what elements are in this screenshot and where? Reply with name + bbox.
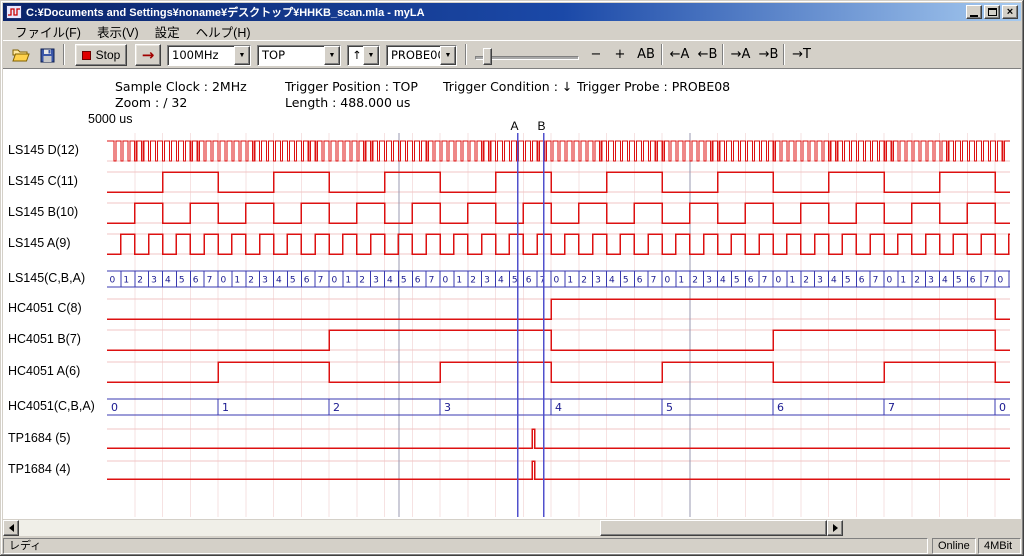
run-button[interactable]: → (135, 44, 161, 66)
stop-button[interactable]: Stop (75, 44, 127, 66)
toolbar-separator (722, 44, 724, 65)
open-file-button[interactable] (9, 46, 33, 64)
minimize-button[interactable] (966, 5, 982, 19)
zoom-out-button[interactable]: − (586, 45, 606, 65)
status-online: Online (932, 538, 976, 554)
maximize-button[interactable] (984, 5, 1000, 19)
zoom-in-button[interactable]: + (610, 45, 630, 65)
goto-marker-a-button[interactable]: ←A (666, 45, 693, 65)
app-icon (6, 5, 22, 19)
trigger-probe-value: PROBE00 (387, 46, 440, 65)
save-file-button[interactable] (35, 46, 59, 64)
status-message: レディ (3, 538, 928, 554)
toolbar-separator (661, 44, 663, 65)
arrow-left-icon (5, 524, 14, 532)
menu-bar: ファイル(F) 表示(V) 設定 ヘルプ(H) (3, 22, 1021, 40)
clock-rate-combo[interactable]: 100MHz ▼ (167, 45, 251, 66)
trigger-probe-info: Trigger Probe : PROBE08 (577, 79, 730, 94)
zoom-slider-thumb[interactable] (483, 48, 492, 65)
stop-label: Stop (96, 48, 121, 62)
window-title: C:¥Documents and Settings¥noname¥デスクトップ¥… (26, 4, 964, 20)
status-memory: 4MBit (978, 538, 1021, 554)
toolbar-separator (783, 44, 785, 65)
trigger-position-combo[interactable]: TOP ▼ (257, 45, 341, 66)
toolbar-separator (465, 44, 467, 65)
marker-a-label: A (511, 119, 519, 133)
waveform-client (3, 69, 1021, 519)
menu-view[interactable]: 表示(V) (89, 21, 147, 42)
trigger-probe-combo[interactable]: PROBE00 ▼ (386, 45, 457, 66)
app-window: C:¥Documents and Settings¥noname¥デスクトップ¥… (0, 0, 1024, 556)
goto-marker-b-button[interactable]: ←B (694, 45, 721, 65)
arrow-right-icon (833, 524, 842, 532)
trigger-position-value: TOP (258, 46, 324, 65)
chevron-down-icon[interactable]: ▼ (234, 46, 250, 65)
clock-rate-value: 100MHz (168, 46, 234, 65)
menu-file[interactable]: ファイル(F) (7, 21, 89, 42)
trigger-edge-value: ↑ (348, 46, 363, 65)
scroll-left-button[interactable] (3, 520, 19, 536)
trigger-edge-combo[interactable]: ↑ ▼ (347, 45, 380, 66)
open-folder-icon (12, 48, 30, 62)
zoom-info: Zoom : / 32 (115, 95, 187, 110)
set-marker-a-button[interactable]: →A (727, 45, 754, 65)
set-marker-b-button[interactable]: →B (755, 45, 782, 65)
zoom-ab-button[interactable]: AB (633, 45, 659, 65)
marker-b-label: B (538, 119, 546, 133)
save-icon (40, 48, 55, 63)
status-bar: レディ Online 4MBit (3, 538, 1021, 554)
goto-trigger-button[interactable]: →T (788, 45, 815, 65)
scroll-right-button[interactable] (827, 520, 843, 536)
title-bar[interactable]: C:¥Documents and Settings¥noname¥デスクトップ¥… (3, 3, 1021, 21)
chevron-down-icon[interactable]: ▼ (324, 46, 340, 65)
minimize-icon (970, 15, 978, 17)
trigger-position-info: Trigger Position : TOP (285, 79, 418, 94)
toolbar-separator (63, 44, 65, 65)
timebase-label: 5000 us (88, 112, 132, 126)
horizontal-scrollbar[interactable] (3, 520, 843, 536)
toolbar: Stop → 100MHz ▼ TOP ▼ ↑ ▼ PROBE00 ▼ − + … (3, 40, 1021, 69)
length-info: Length : 488.000 us (285, 95, 410, 110)
maximize-icon (988, 8, 997, 16)
menu-settings[interactable]: 設定 (147, 21, 188, 42)
chevron-down-icon[interactable]: ▼ (363, 46, 379, 65)
chevron-down-icon[interactable]: ▼ (440, 46, 456, 65)
stop-icon (82, 51, 91, 60)
menu-help[interactable]: ヘルプ(H) (188, 21, 259, 42)
close-button[interactable]: × (1002, 5, 1018, 19)
trigger-condition-info: Trigger Condition : ↓ (443, 79, 572, 94)
scroll-thumb[interactable] (600, 520, 827, 536)
sample-clock-info: Sample Clock : 2MHz (115, 79, 247, 94)
